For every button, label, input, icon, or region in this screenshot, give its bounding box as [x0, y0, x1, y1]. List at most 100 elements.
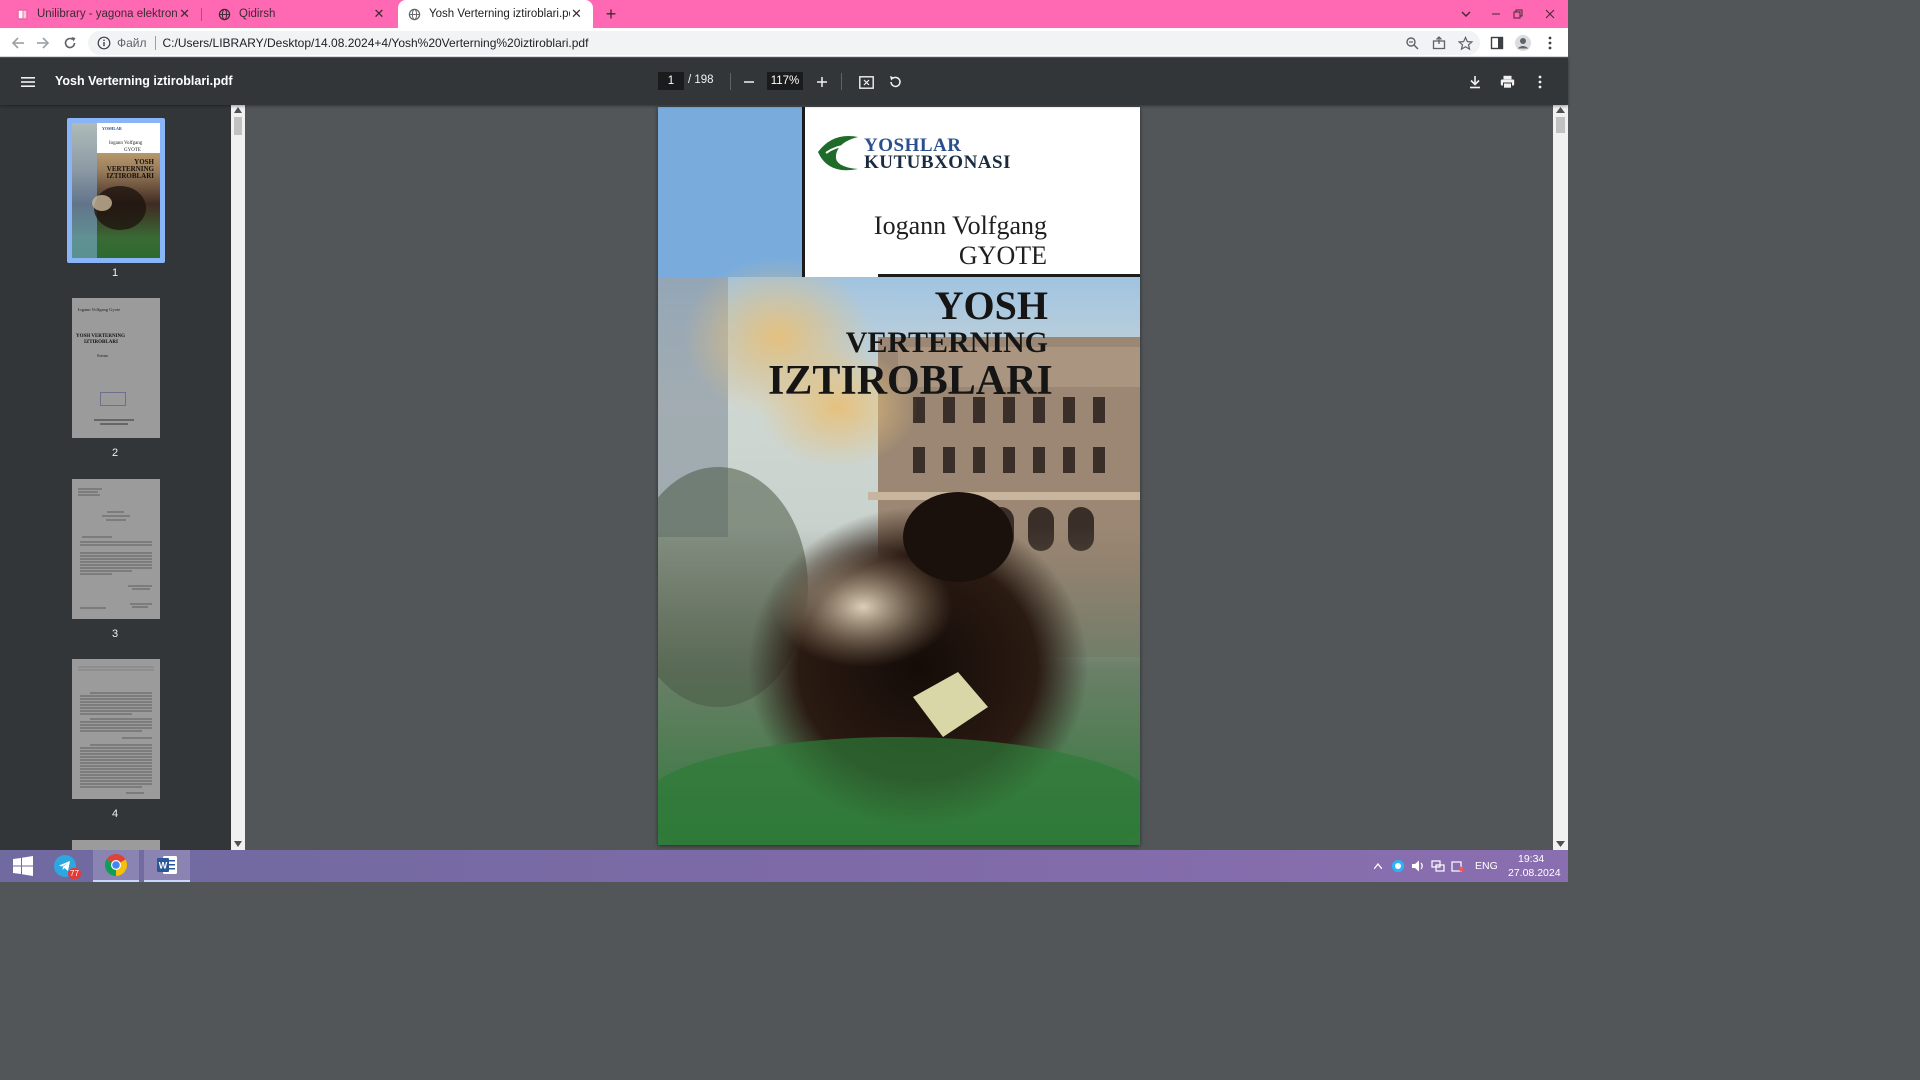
menu-kebab-icon[interactable]	[1539, 32, 1561, 54]
book-title-line2: VERTERNING	[845, 326, 1048, 359]
share-icon[interactable]	[1428, 32, 1450, 54]
address-url[interactable]: C:/Users/LIBRARY/Desktop/14.08.2024+4/Yo…	[163, 36, 589, 50]
tab-pdf-active[interactable]: Yosh Verterning iztiroblari.pdf ✕	[398, 0, 593, 28]
thumbnail-page-1[interactable]: YOSHLAR Iogann Volfgang GYOTE YOSH VERTE…	[72, 123, 160, 258]
thumbnail-page-5[interactable]	[72, 840, 160, 850]
tab-search-icon[interactable]	[1454, 0, 1478, 28]
thumb1-publisher: YOSHLAR	[102, 126, 122, 131]
close-window-icon[interactable]	[1538, 0, 1562, 28]
pdf-page-1: YOSHLAR KUTUBXONASI Iogann Volfgang GYOT…	[658, 107, 1140, 845]
page-total: / 198	[688, 74, 714, 86]
document-scrollbar[interactable]	[1553, 105, 1568, 850]
page-number-input[interactable]: 1	[658, 72, 684, 90]
thumb2-title1: YOSH VERTERNING	[76, 334, 126, 339]
scroll-down-arrow-icon[interactable]	[234, 841, 242, 847]
scroll-up-arrow-icon[interactable]	[234, 107, 242, 113]
tray-overflow-chevron-icon[interactable]	[1374, 863, 1382, 869]
thumbnail-page-4[interactable]	[72, 659, 160, 799]
browser-toolbar: Файл C:/Users/LIBRARY/Desktop/14.08.2024…	[0, 28, 1568, 57]
windows-logo-icon	[13, 856, 33, 876]
security-alert-icon[interactable]	[1451, 859, 1465, 873]
svg-text:W: W	[159, 861, 168, 871]
tab-close-icon[interactable]: ✕	[570, 6, 583, 22]
bookmark-star-icon[interactable]	[1454, 32, 1476, 54]
chrome-taskbar-button[interactable]	[93, 850, 139, 882]
restore-icon[interactable]	[1506, 0, 1530, 28]
tab-title: Qidirsh	[239, 8, 276, 20]
globe-icon	[408, 8, 421, 20]
unilibrary-favicon-icon	[16, 8, 29, 20]
download-icon[interactable]	[1463, 70, 1487, 94]
address-scheme: Файл	[117, 36, 147, 50]
thumbnail-number: 2	[111, 447, 119, 459]
tab-unilibrary[interactable]: Unilibrary - yagona elektron kutubxona ✕	[0, 0, 200, 28]
reload-icon[interactable]	[59, 32, 81, 54]
hamburger-menu-icon[interactable]	[16, 70, 40, 94]
sidebar-scroll-thumb[interactable]	[234, 117, 242, 135]
thumb1-author-last: GYOTE	[124, 148, 141, 153]
fit-to-page-icon[interactable]	[854, 70, 878, 94]
sidebar-scrollbar[interactable]	[231, 105, 245, 850]
windows-taskbar: 77 W ENG 19:34 27.08.2024	[0, 850, 1568, 882]
zoom-out-icon[interactable]	[737, 70, 761, 94]
page-text-preview-image	[78, 488, 152, 609]
scroll-up-arrow-icon[interactable]	[1556, 107, 1565, 113]
book-title-line3: IZTIROBLARI	[768, 358, 1053, 404]
volume-icon[interactable]	[1411, 859, 1425, 873]
text-line	[94, 419, 134, 421]
tray-app-icon[interactable]	[1391, 859, 1405, 873]
forward-icon[interactable]	[32, 32, 54, 54]
thumbnail-page-2[interactable]: Iogann Volfgang Gyote YOSH VERTERNING IZ…	[72, 298, 160, 438]
thumb2-genre: Roman	[97, 354, 109, 358]
tab-close-icon[interactable]: ✕	[372, 6, 386, 22]
telegram-unread-badge: 77	[68, 868, 81, 879]
zoom-in-icon[interactable]	[810, 70, 834, 94]
zoom-level-input[interactable]: 117%	[767, 72, 803, 90]
thumbnail-number: 3	[111, 628, 119, 640]
start-button[interactable]	[0, 850, 46, 882]
new-tab-button[interactable]: +	[601, 3, 621, 25]
tab-qidirsh[interactable]: Qidirsh ✕	[202, 0, 396, 28]
pdf-title: Yosh Verterning iztiroblari.pdf	[55, 74, 233, 88]
back-icon[interactable]	[7, 32, 29, 54]
page-text-preview-image	[78, 666, 154, 794]
clock-time[interactable]: 19:34	[1518, 853, 1544, 865]
address-divider	[154, 36, 156, 50]
book-title-line1: YOSH	[934, 283, 1048, 328]
tab-title: Unilibrary - yagona elektron kutubxona	[37, 8, 179, 20]
input-language-indicator[interactable]: ENG	[1475, 860, 1498, 872]
scroll-down-arrow-icon[interactable]	[1556, 841, 1565, 847]
word-taskbar-button[interactable]: W	[144, 850, 190, 882]
profile-avatar-icon[interactable]	[1512, 32, 1534, 54]
author-last-name: GYOTE	[958, 241, 1047, 270]
telegram-taskbar-button[interactable]: 77	[42, 850, 88, 882]
zoom-icon[interactable]	[1401, 32, 1423, 54]
thumb1-title: YOSH VERTERNING IZTIROBLARI	[106, 158, 154, 180]
side-panel-icon[interactable]	[1486, 32, 1508, 54]
tab-close-icon[interactable]: ✕	[179, 6, 190, 22]
tab-strip: Unilibrary - yagona elektron kutubxona ✕…	[0, 0, 1568, 28]
thumb2-author: Iogann Volfgang Gyote	[78, 307, 121, 312]
address-bar[interactable]: Файл C:/Users/LIBRARY/Desktop/14.08.2024…	[88, 31, 1480, 55]
network-icon[interactable]	[1431, 859, 1445, 873]
thumbnail-number: 4	[111, 808, 119, 820]
thumb1-author: Iogann Volfgang	[109, 141, 143, 146]
toolbar-divider	[730, 73, 731, 90]
author-first-name: Iogann Volfgang	[873, 211, 1047, 240]
tab-title: Yosh Verterning iztiroblari.pdf	[429, 8, 570, 20]
thumbnail-page-3[interactable]	[72, 479, 160, 619]
clock-date[interactable]: 27.08.2024	[1508, 867, 1561, 879]
rotate-icon[interactable]	[883, 70, 907, 94]
print-icon[interactable]	[1495, 70, 1519, 94]
library-stamp-image	[100, 392, 126, 406]
chrome-icon	[105, 854, 127, 876]
thumb2-title2: IZTIROBLARI	[84, 340, 118, 345]
thumbnail-sidebar: YOSHLAR Iogann Volfgang GYOTE YOSH VERTE…	[0, 105, 231, 850]
thumbnail-number: 1	[111, 267, 119, 279]
info-icon[interactable]	[97, 36, 111, 50]
more-options-icon[interactable]	[1528, 70, 1552, 94]
globe-icon	[218, 8, 231, 20]
document-scroll-thumb[interactable]	[1556, 117, 1565, 133]
minimize-icon[interactable]	[1484, 0, 1508, 28]
toolbar-divider	[841, 73, 842, 90]
